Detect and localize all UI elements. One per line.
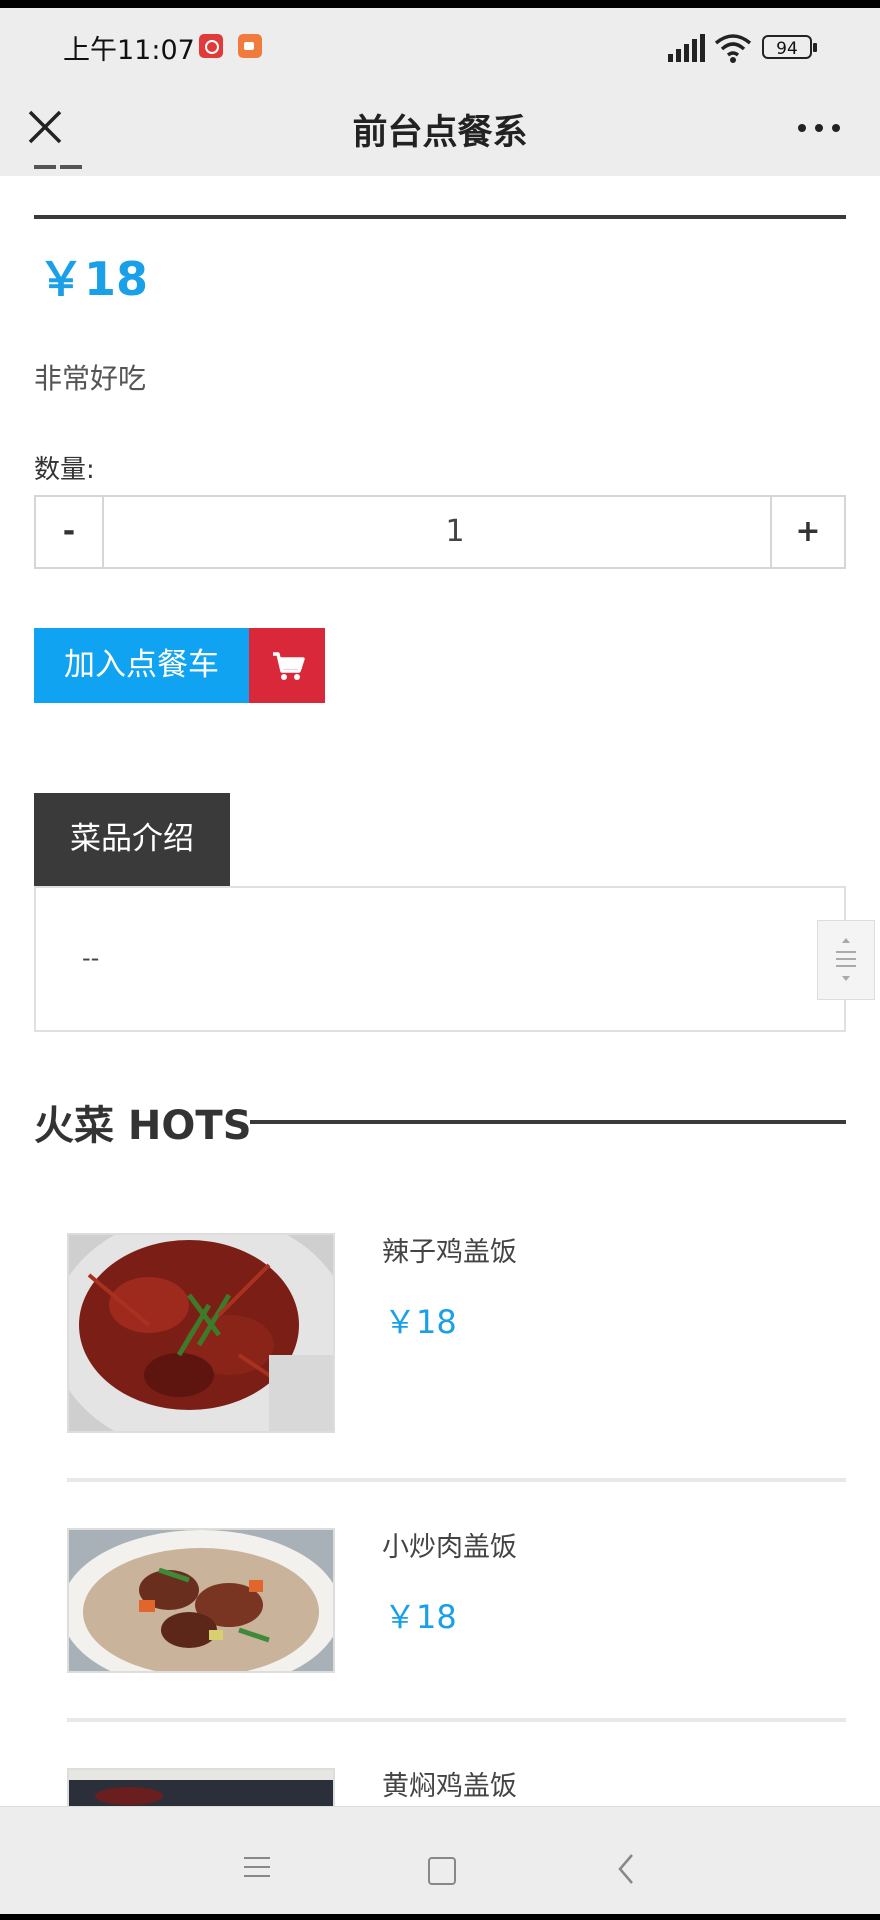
quantity-input[interactable]: 1	[104, 497, 806, 567]
increase-button[interactable]: +	[770, 497, 844, 567]
decrease-button[interactable]: -	[36, 497, 104, 567]
scroll-handle-icon	[836, 938, 856, 981]
dish-thumbnail-braised-chicken[interactable]	[67, 1768, 335, 1806]
add-to-cart-button[interactable]: 加入点餐车	[34, 628, 249, 703]
page-title: 前台点餐系	[352, 113, 528, 153]
navigation-bar: 前台点餐系	[0, 86, 880, 176]
wifi-icon	[714, 34, 752, 63]
signal-icon	[668, 34, 705, 62]
home-icon[interactable]	[428, 1857, 456, 1885]
status-bar: 上午11:07 94	[0, 8, 880, 86]
dish-name[interactable]: 小炒肉盖饭	[382, 1525, 517, 1564]
intro-content: --	[82, 944, 100, 972]
menu-icon[interactable]	[244, 1857, 272, 1879]
dish-thumbnail-stirfry[interactable]	[67, 1528, 335, 1673]
netease-music-icon	[199, 34, 223, 58]
system-nav-bar	[0, 1806, 880, 1915]
back-icon[interactable]	[612, 1851, 642, 1887]
dish-name[interactable]: 黄焖鸡盖饭	[382, 1764, 517, 1803]
intro-content-box: --	[34, 886, 846, 1032]
section-divider	[34, 215, 846, 219]
product-description: 非常好吃	[34, 362, 147, 395]
quantity-label: 数量:	[34, 455, 95, 485]
cut-off-text	[34, 158, 94, 174]
list-separator	[67, 1478, 846, 1482]
cart-button[interactable]	[249, 628, 325, 703]
screen-top-edge	[0, 0, 880, 8]
cart-icon	[273, 652, 305, 680]
battery-indicator: 94	[762, 35, 817, 59]
dish-name[interactable]: 辣子鸡盖饭	[382, 1230, 517, 1269]
product-price: ￥18	[38, 252, 149, 306]
video-app-icon	[238, 34, 262, 58]
hots-section-title: 火菜 HOTS	[34, 1103, 252, 1149]
status-time: 上午11:07	[63, 35, 195, 66]
quantity-stepper: - 1 +	[34, 495, 846, 569]
scroll-handle[interactable]	[817, 920, 875, 1000]
more-icon[interactable]	[794, 113, 844, 143]
list-separator	[67, 1718, 846, 1722]
dish-price: ￥18	[384, 1303, 457, 1341]
dish-price: ￥18	[384, 1598, 457, 1636]
dish-thumbnail-crayfish[interactable]	[67, 1233, 335, 1433]
screen-bottom-edge	[0, 1914, 880, 1920]
tab-dish-intro[interactable]: 菜品介绍	[34, 793, 230, 886]
hots-divider	[250, 1120, 846, 1124]
